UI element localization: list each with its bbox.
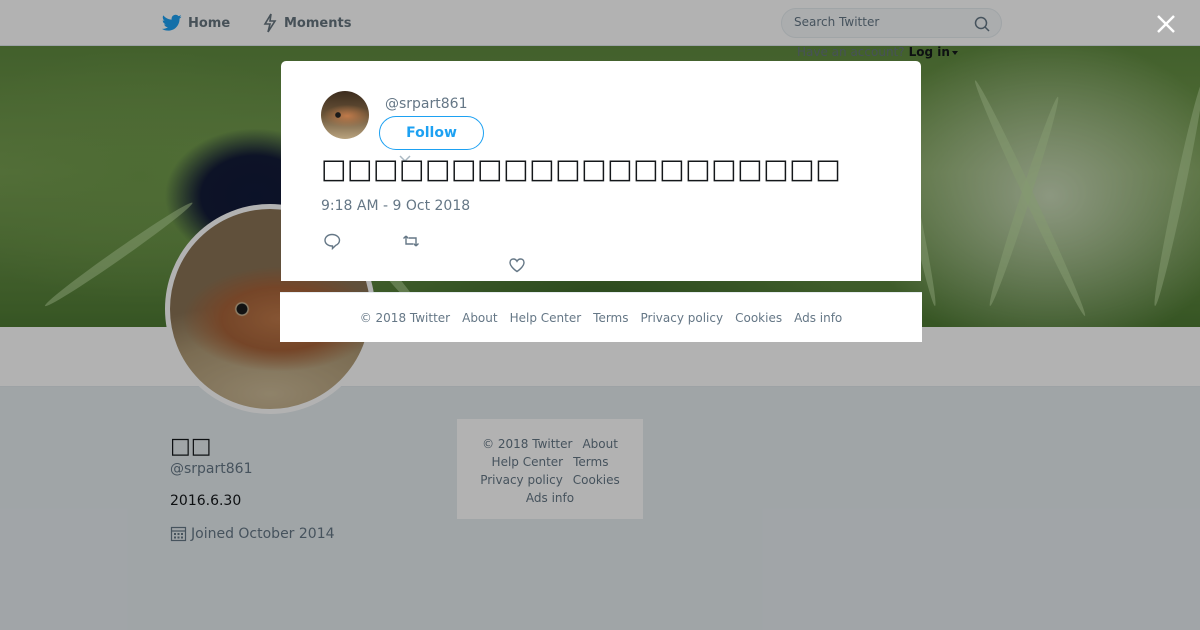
footer-privacy[interactable]: Privacy policy (641, 311, 724, 325)
modal-footer: © 2018 Twitter About Help Center Terms P… (280, 292, 922, 342)
footer-cookies[interactable]: Cookies (735, 311, 782, 325)
footer-about[interactable]: About (462, 311, 497, 325)
close-icon (1157, 15, 1175, 33)
footer-copyright: © 2018 Twitter (359, 310, 451, 325)
close-button[interactable] (1154, 12, 1178, 36)
heart-icon[interactable] (508, 256, 526, 274)
tweet-text: □□□□□□□□□□□□□□□□□□□□ (321, 154, 842, 185)
reply-icon[interactable] (323, 232, 341, 250)
footer-terms[interactable]: Terms (593, 311, 628, 325)
footer-ads[interactable]: Ads info (794, 311, 842, 325)
tweet-author-handle[interactable]: @srpart861 (385, 96, 467, 112)
footer-help[interactable]: Help Center (510, 311, 582, 325)
retweet-icon[interactable] (402, 232, 420, 250)
tweet-modal: @srpart861 Follow □□□□□□□□□□□□□□□□□□□□ 9… (281, 61, 921, 281)
tweet-timestamp[interactable]: 9:18 AM - 9 Oct 2018 (321, 198, 470, 214)
tweet-author-avatar[interactable] (321, 91, 369, 139)
follow-button[interactable]: Follow (379, 116, 484, 150)
